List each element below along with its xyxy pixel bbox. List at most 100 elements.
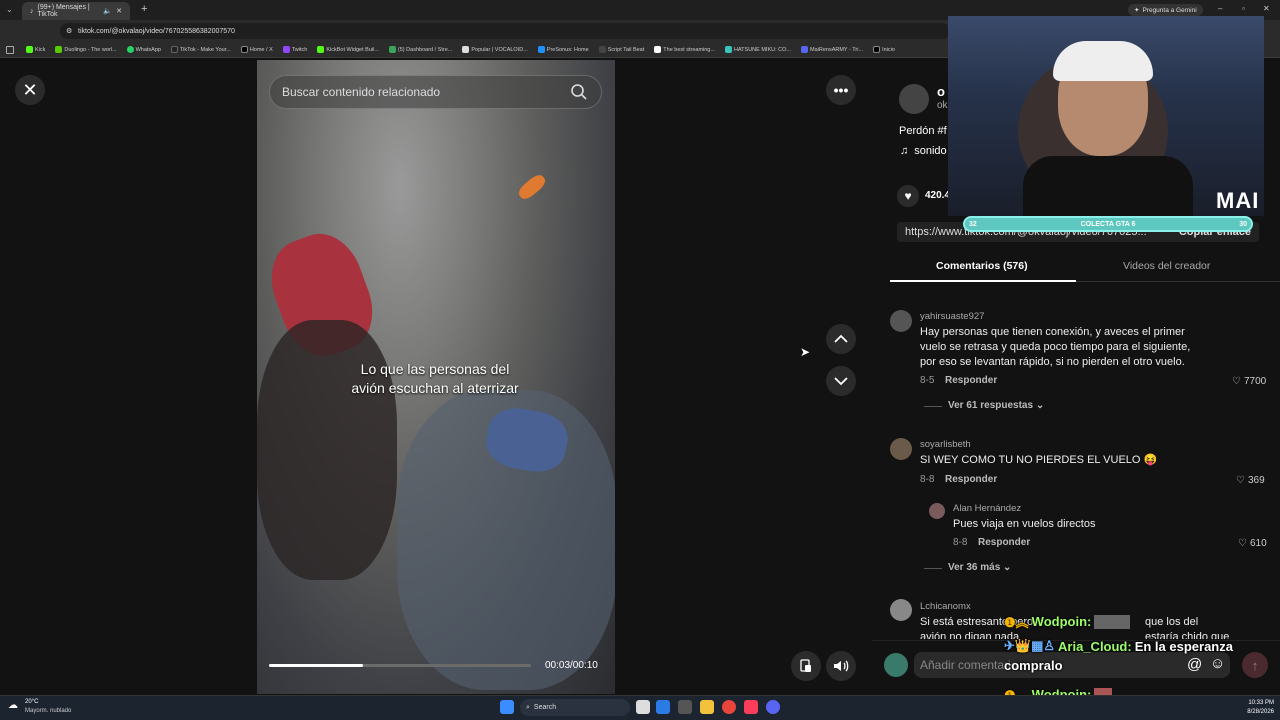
tab-search-icon[interactable]: ⌄ xyxy=(6,5,13,14)
author-avatar[interactable] xyxy=(899,84,929,114)
new-tab-button[interactable]: + xyxy=(141,3,147,15)
comment-username[interactable]: soyarlisbeth xyxy=(920,439,971,450)
heart-outline-icon: ♡ xyxy=(1238,538,1247,549)
bookmark-item[interactable]: Kick xyxy=(26,46,45,53)
video-progress-fill xyxy=(269,664,364,667)
chat-text: En la esperanza xyxy=(1134,638,1233,654)
volume-button[interactable] xyxy=(826,651,856,681)
task-view-icon[interactable] xyxy=(636,700,650,714)
reply-button[interactable]: Responder xyxy=(978,537,1030,548)
bookmark-item[interactable]: PreSonus: Home xyxy=(537,46,589,53)
pip-icon xyxy=(800,659,811,672)
view-more-replies-button[interactable]: Ver 36 más ⌄ xyxy=(948,562,1011,573)
comment-avatar[interactable] xyxy=(929,503,945,519)
weather-icon[interactable]: ☁ xyxy=(8,700,18,711)
like-button[interactable]: ♥ xyxy=(897,185,919,207)
pip-button[interactable] xyxy=(791,651,821,681)
weather-desc: Mayorm. nublado xyxy=(25,708,72,714)
gemini-label: Pregunta a Gemini xyxy=(1142,6,1197,14)
comment-avatar[interactable] xyxy=(890,310,912,332)
bookmark-item[interactable]: WhatsApp xyxy=(126,46,161,53)
comment-username[interactable]: Lchicanomx xyxy=(920,601,971,612)
video-blur-shape xyxy=(257,320,397,580)
bookmark-item[interactable]: Inicio xyxy=(873,46,895,53)
comment-input[interactable]: Añadir comentario... xyxy=(914,652,1230,678)
close-button[interactable]: ✕ xyxy=(15,75,45,105)
author-name[interactable]: o xyxy=(937,84,945,99)
comment-like[interactable]: ♡ 369 xyxy=(1236,475,1265,486)
goal-left-value: 32 xyxy=(969,220,977,228)
chat-message: ✈👑▦♙ Aria_Cloud: En la esperanza xyxy=(1004,638,1233,654)
browser-tab-tiktok[interactable]: ♪ (99+) Mensajes | TikTok 🔈 ✕ xyxy=(22,2,130,20)
next-video-button[interactable] xyxy=(826,366,856,396)
bookmark-item[interactable]: HATSUNE MIKU: CO... xyxy=(724,46,791,53)
chevron-up-icon xyxy=(834,334,848,343)
bookmark-item[interactable]: TikTok - Make Your... xyxy=(170,46,231,53)
search-input[interactable]: Buscar contenido relacionado xyxy=(269,75,602,109)
bookmark-item[interactable]: Popular | VOCALOID... xyxy=(462,46,528,53)
search-icon[interactable] xyxy=(570,83,588,101)
comment-like[interactable]: ♡ 610 xyxy=(1238,538,1267,549)
my-avatar xyxy=(884,653,908,677)
url-text: tiktok.com/@okvalaoj/video/7670255863820… xyxy=(78,27,235,35)
bookmark-item[interactable]: Home / X xyxy=(240,46,273,53)
post-sound[interactable]: ♫ sonido xyxy=(900,145,947,157)
more-icon: ••• xyxy=(833,82,849,98)
heart-icon: ♥ xyxy=(904,189,912,203)
tab-comments[interactable]: Comentarios (576) xyxy=(936,260,1028,272)
settings-icon[interactable] xyxy=(678,700,692,714)
bookmark-item[interactable]: (5) Dashboard / Stre... xyxy=(388,46,452,53)
bookmark-item[interactable]: The best streaming... xyxy=(654,46,715,53)
music-app-icon[interactable] xyxy=(744,700,758,714)
caption-line: Lo que las personas del xyxy=(360,361,510,377)
comment-like[interactable]: ♡ 7700 xyxy=(1232,376,1266,387)
gemini-button[interactable]: ✦ Pregunta a Gemini xyxy=(1128,4,1203,16)
video-blur-shape xyxy=(516,171,548,203)
bookmark-item[interactable]: KickBot Widget Buil... xyxy=(317,46,379,53)
address-bar[interactable]: ⚙ tiktok.com/@okvalaoj/video/76702558638… xyxy=(60,23,950,39)
apps-icon[interactable] xyxy=(6,46,14,54)
send-button[interactable]: ↑ xyxy=(1242,652,1268,678)
edge-icon[interactable] xyxy=(656,700,670,714)
comment-avatar[interactable] xyxy=(890,599,912,621)
comment-username[interactable]: Alan Hernández xyxy=(953,503,1021,514)
bookmark-item[interactable]: Twitch xyxy=(282,46,307,53)
chrome-icon[interactable] xyxy=(722,700,736,714)
post-description: Perdón #f xyxy=(899,125,947,137)
mention-icon[interactable]: @ xyxy=(1187,656,1202,673)
taskbar-search-label: Search xyxy=(533,704,557,711)
bookmark-item[interactable]: Script Tail Beat xyxy=(598,46,644,53)
bookmark-item[interactable]: Duolingo - The worl... xyxy=(55,46,117,53)
comment-avatar[interactable] xyxy=(890,438,912,460)
speaker-icon[interactable]: 🔈 xyxy=(103,7,112,15)
badge-icon: ✈👑▦♙ xyxy=(1004,638,1056,653)
minimize-button[interactable]: – xyxy=(1218,4,1222,13)
bookmark-item[interactable]: MaiRensARMY - Tri... xyxy=(801,46,863,53)
view-replies-button[interactable]: Ver 61 respuestas ⌄ xyxy=(948,400,1044,411)
more-options-button[interactable]: ••• xyxy=(826,75,856,105)
previous-video-button[interactable] xyxy=(826,324,856,354)
tab-close-icon[interactable]: ✕ xyxy=(116,7,122,15)
replies-divider xyxy=(924,406,942,407)
maximize-button[interactable]: ▫ xyxy=(1242,4,1245,13)
chat-message: ❶︽ Wodpoin: xyxy=(1004,612,1131,631)
sound-label: sonido xyxy=(914,145,947,157)
tab-creator-videos[interactable]: Videos del creador xyxy=(1123,260,1210,272)
site-info-icon[interactable]: ⚙ xyxy=(66,27,72,35)
reply-button[interactable]: Responder xyxy=(945,375,997,386)
window-close-button[interactable]: ✕ xyxy=(1263,4,1270,13)
comment-date: 8-8 xyxy=(953,537,968,548)
emoji-icon[interactable]: ☺ xyxy=(1210,655,1225,672)
music-note-icon: ♫ xyxy=(900,145,909,157)
comment-username[interactable]: yahirsuaste927 xyxy=(920,311,984,322)
taskbar-search[interactable]: ⌕ Search xyxy=(520,699,630,716)
start-icon[interactable] xyxy=(500,700,514,714)
file-explorer-icon[interactable] xyxy=(700,700,714,714)
webcam-overlay: MAI xyxy=(948,16,1264,216)
goal-right-value: 30 xyxy=(1239,220,1247,228)
badge-icon: ❶︽ xyxy=(1004,615,1029,630)
discord-icon[interactable] xyxy=(766,700,780,714)
reply-button[interactable]: Responder xyxy=(945,474,997,485)
search-icon: ⌕ xyxy=(526,703,530,711)
chevron-down-icon: ⌄ xyxy=(1035,400,1045,411)
